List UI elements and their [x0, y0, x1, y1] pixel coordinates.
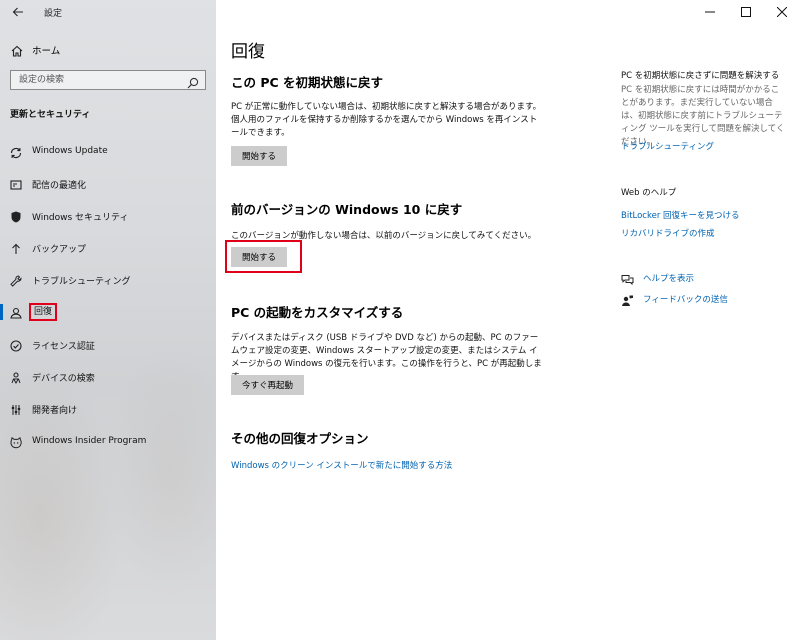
back-arrow-icon[interactable] — [10, 4, 26, 20]
sidebar-item-recovery[interactable]: 回復 — [0, 301, 216, 323]
search-icon[interactable] — [187, 74, 199, 89]
sidebar-item-developers[interactable]: 開発者向け — [0, 398, 216, 420]
insider-cat-icon — [9, 435, 23, 449]
sidebar-item-label: トラブルシューティング — [32, 277, 131, 287]
more-options-title: その他の回復オプション — [231, 431, 369, 446]
sidebar-item-windows-update[interactable]: Windows Update — [0, 141, 216, 163]
clean-install-link[interactable]: Windows のクリーン インストールで新たに開始する方法 — [231, 459, 452, 471]
sidebar-item-backup[interactable]: バックアップ — [0, 237, 216, 259]
shield-icon — [9, 209, 23, 223]
sidebar: 設定 ホーム 更新とセキュリティ Windows Update 配信の最適化 W… — [0, 0, 216, 640]
sidebar-item-find-device[interactable]: デバイスの検索 — [0, 366, 216, 388]
developer-sliders-icon — [9, 402, 23, 416]
sidebar-item-label: バックアップ — [32, 245, 87, 255]
sidebar-item-label: Windows Update — [32, 146, 108, 156]
sidebar-item-windows-security[interactable]: Windows セキュリティ — [0, 205, 216, 227]
reset-pc-description: PC が正常に動作していない場合は、初期状態に戻すと解決する場合があります。個人… — [231, 102, 542, 138]
home-icon — [10, 43, 24, 57]
check-circle-icon — [9, 338, 23, 352]
sidebar-item-label: Windows セキュリティ — [32, 213, 129, 223]
app-title: 設定 — [44, 9, 63, 19]
get-help-row[interactable]: ヘルプを表示 — [621, 271, 781, 286]
chat-help-icon — [621, 271, 634, 286]
bitlocker-key-link[interactable]: BitLocker 回復キーを見つける — [621, 209, 740, 221]
close-icon[interactable] — [764, 0, 800, 24]
sidebar-item-troubleshoot[interactable]: トラブルシューティング — [0, 269, 216, 291]
reset-pc-start-button[interactable]: 開始する — [231, 146, 288, 166]
active-indicator — [0, 304, 3, 320]
window-controls — [692, 0, 800, 24]
sidebar-item-label: ライセンス認証 — [32, 342, 95, 352]
content-pane: 回復 この PC を初期状態に戻す PC が正常に動作していない場合は、初期状態… — [216, 0, 800, 640]
search-box[interactable] — [10, 70, 206, 90]
backup-arrow-icon — [9, 241, 23, 255]
sidebar-item-insider[interactable]: Windows Insider Program — [0, 431, 216, 453]
sidebar-item-label: Windows Insider Program — [32, 436, 147, 446]
feedback-person-icon — [621, 292, 634, 306]
reset-help-heading: PC を初期状態に戻さずに問題を解決する — [621, 71, 780, 81]
sidebar-item-label: 回復 — [29, 303, 58, 321]
home-link[interactable]: ホーム — [0, 40, 216, 60]
maximize-icon[interactable] — [728, 0, 764, 24]
wrench-icon — [9, 273, 23, 287]
restart-now-button[interactable]: 今すぐ再起動 — [231, 375, 305, 395]
search-input[interactable] — [11, 71, 181, 89]
recovery-drive-link[interactable]: リカバリドライブの作成 — [621, 227, 715, 239]
minimize-icon[interactable] — [692, 0, 728, 24]
reset-pc-title: この PC を初期状態に戻す — [231, 75, 384, 90]
feedback-link[interactable]: フィードバックの送信 — [643, 293, 728, 305]
sidebar-item-activation[interactable]: ライセンス認証 — [0, 334, 216, 356]
sidebar-item-label: デバイスの検索 — [32, 374, 95, 384]
section-heading: 更新とセキュリティ — [10, 110, 91, 120]
go-back-start-button[interactable]: 開始する — [231, 247, 288, 267]
advanced-startup-title: PC の起動をカスタマイズする — [231, 305, 404, 320]
page-title: 回復 — [231, 42, 265, 62]
sync-icon — [9, 145, 23, 159]
sidebar-item-label: 開発者向け — [32, 406, 78, 416]
person-location-icon — [9, 370, 23, 385]
web-help-heading: Web のヘルプ — [621, 188, 677, 198]
recovery-person-icon — [9, 305, 23, 319]
sidebar-item-label: 配信の最適化 — [32, 181, 87, 191]
troubleshoot-link[interactable]: トラブルシューティング — [621, 140, 714, 152]
feedback-row[interactable]: フィードバックの送信 — [621, 292, 781, 306]
title-bar: 設定 — [0, 0, 216, 24]
home-label: ホーム — [32, 46, 61, 57]
delivery-icon — [9, 177, 23, 191]
go-back-title: 前のバージョンの Windows 10 に戻す — [231, 202, 463, 217]
sidebar-item-delivery-optimization[interactable]: 配信の最適化 — [0, 173, 216, 195]
get-help-link[interactable]: ヘルプを表示 — [643, 272, 694, 284]
